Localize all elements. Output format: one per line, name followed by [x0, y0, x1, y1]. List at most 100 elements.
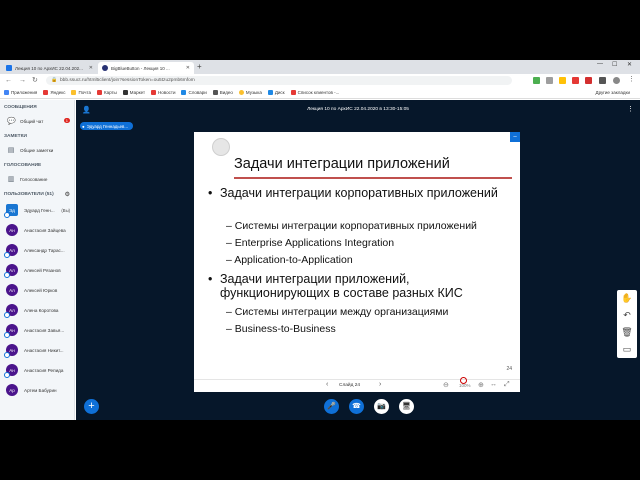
sidebar-item-label: Общие заметки: [20, 147, 54, 153]
bookmark-market[interactable]: Маркет: [122, 90, 145, 95]
more-options-icon[interactable]: ⋮: [627, 105, 634, 113]
close-tab-icon[interactable]: ✕: [183, 65, 190, 71]
slide-bullet: • Задачи интеграции приложений, функцион…: [208, 272, 463, 300]
forward-icon[interactable]: →: [19, 76, 26, 85]
other-bookmarks[interactable]: Другие закладки: [596, 90, 630, 95]
whiteboard-toolbar: ✋ ↶ 🗑 ▭: [617, 290, 637, 358]
user-list-item[interactable]: Ан Анастасия Никит...: [0, 340, 74, 360]
sidebar-item-public-chat[interactable]: 💬 Общий чат 1: [0, 113, 74, 129]
bookmark-maps[interactable]: Карты: [96, 90, 117, 95]
meeting-title: Лекция 10 по АрхИС 22.04.2020 в 13:30-15…: [307, 107, 409, 112]
avatar: Ан: [4, 324, 18, 338]
bookmark-yandex[interactable]: Яндекс: [43, 90, 65, 95]
sidebar-item-shared-notes[interactable]: ▤ Общие заметки: [0, 142, 74, 158]
user-list-item[interactable]: Ал Алексей Рязанов: [0, 260, 74, 280]
you-label: (Вы): [61, 207, 70, 213]
trash-icon[interactable]: 🗑: [617, 324, 637, 340]
bookmark-apps[interactable]: Приложения: [4, 90, 37, 95]
news-icon: [151, 90, 157, 95]
gear-icon[interactable]: ⚙: [65, 191, 70, 198]
avatar: Ал: [6, 284, 18, 296]
sidebar-item-polling[interactable]: ▥ Голосование: [0, 171, 74, 187]
url-text: bbb.ssuct.ru/html5client/join?sessionTok…: [60, 78, 195, 83]
close-tab-icon[interactable]: ✕: [86, 65, 93, 71]
bookmark-disk[interactable]: Диск: [267, 90, 285, 95]
user-list-item[interactable]: Ал Алена Коротова: [0, 300, 74, 320]
mail-icon: [71, 90, 77, 95]
fullscreen-icon[interactable]: ⤢: [504, 381, 510, 389]
cart-icon: [122, 90, 128, 95]
user-name: Артем Бабурин: [24, 387, 57, 393]
profile-avatar[interactable]: [613, 77, 620, 84]
bookmark-video[interactable]: Видео: [212, 90, 233, 95]
extension-icon[interactable]: [546, 77, 553, 84]
user-list-item[interactable]: Ан Анастасия Репида: [0, 360, 74, 380]
audio-status-icon: [4, 372, 10, 378]
nav-bar: 👤 Лекция 10 по АрхИС 22.04.2020 в 13:30-…: [76, 100, 640, 120]
browser-tab-2[interactable]: BigBlueButton - Лекция 10 ... ✕: [98, 62, 194, 74]
chat-icon: 💬: [7, 118, 16, 125]
user-list-item[interactable]: Ан Анастасия Завья...: [0, 320, 74, 340]
presenter-icon: ●: [82, 123, 85, 129]
presentation-area: 👤 Лекция 10 по АрхИС 22.04.2020 в 13:30-…: [76, 100, 640, 420]
slide-title: Задачи интеграции приложений: [234, 156, 450, 172]
browser-menu-icon[interactable]: ⋮: [628, 75, 635, 84]
slide-sub-bullet: – Enterprise Applications Integration: [226, 237, 395, 249]
bookmark-dictionaries[interactable]: Словари: [181, 90, 207, 95]
sidebar-item-label: Голосование: [20, 176, 48, 182]
bookmark-mail[interactable]: Почта: [71, 90, 91, 95]
presenter-indicator: ● Эдуард Геннадьев...: [80, 122, 134, 130]
multi-user-whiteboard-icon[interactable]: ▭: [617, 341, 637, 357]
extension-icon[interactable]: [559, 77, 566, 84]
minimize-presentation-icon[interactable]: –: [510, 132, 520, 142]
share-screen-button[interactable]: 🖥: [399, 399, 414, 414]
extension-icon[interactable]: [572, 77, 579, 84]
undo-icon[interactable]: ↶: [617, 307, 637, 323]
bookmark-music[interactable]: Музыка: [238, 90, 262, 95]
slide-sub-bullet: – Системы интеграции корпоративных прило…: [226, 220, 477, 232]
zoom-level[interactable]: 100%: [459, 383, 471, 388]
user-list-item[interactable]: Ал Александр Тарас...: [0, 240, 74, 260]
share-webcam-button[interactable]: 📷: [374, 399, 389, 414]
bbb-app: СООБЩЕНИЯ 💬 Общий чат 1 ЗАМЕТКИ ▤ Общие …: [0, 100, 640, 420]
tab-title: Лекция 10 по АрхИС 22.04.202...: [15, 65, 83, 71]
zoom-out-button[interactable]: ⊖: [443, 381, 449, 389]
user-name: Анастасия Завья...: [24, 327, 65, 333]
back-icon[interactable]: ←: [5, 76, 12, 85]
previous-slide-button[interactable]: ‹: [326, 381, 328, 388]
slide[interactable]: – Задачи интеграции приложений • Задачи …: [194, 132, 520, 379]
bookmark-clients[interactable]: Список клиентов -...: [290, 90, 339, 95]
microphone-button[interactable]: 🎤: [324, 399, 339, 414]
maximize-icon[interactable]: ☐: [612, 61, 617, 68]
user-list-item[interactable]: Ар Артем Бабурин: [0, 380, 74, 400]
reload-icon[interactable]: ↻: [32, 76, 38, 85]
tab-favicon-icon: [6, 65, 12, 71]
user-list-item[interactable]: Ан Анастасия Зайцева: [0, 220, 74, 240]
fit-to-width-icon[interactable]: ↔: [490, 381, 497, 388]
extension-icon[interactable]: [599, 77, 606, 84]
polling-section-title: ГОЛОСОВАНИЕ: [4, 163, 42, 168]
screen: Лекция 10 по АрхИС 22.04.202... ✕ BigBlu…: [0, 60, 640, 420]
extension-icon[interactable]: [533, 77, 540, 84]
minimize-icon[interactable]: —: [597, 61, 603, 67]
new-tab-button[interactable]: +: [197, 62, 202, 72]
zoom-in-button[interactable]: ⊕: [478, 381, 484, 389]
avatar: Ар: [6, 384, 18, 396]
bookmark-news[interactable]: Новости: [151, 90, 175, 95]
slide-selector[interactable]: Слайд 24: [339, 383, 360, 388]
hand-tool-icon[interactable]: ✋: [617, 290, 637, 306]
slide-sub-bullet: – Системы интеграции между организациями: [226, 306, 449, 318]
sidebar: СООБЩЕНИЯ 💬 Общий чат 1 ЗАМЕТКИ ▤ Общие …: [0, 100, 75, 420]
leave-audio-button[interactable]: ☎: [349, 399, 364, 414]
user-list-item[interactable]: Ал Алексей Юрков: [0, 280, 74, 300]
browser-tab-1[interactable]: Лекция 10 по АрхИС 22.04.202... ✕: [2, 62, 97, 74]
actions-plus-button[interactable]: +: [84, 399, 99, 414]
close-window-icon[interactable]: ✕: [627, 61, 632, 68]
address-bar[interactable]: 🔒 bbb.ssuct.ru/html5client/join?sessionT…: [46, 76, 512, 85]
user-list-item[interactable]: Эд Эдуард Генн... (Вы): [0, 200, 74, 220]
apps-grid-icon: [4, 90, 9, 95]
next-slide-button[interactable]: ›: [379, 381, 381, 388]
disk-icon: [267, 90, 273, 95]
extension-icon[interactable]: [585, 77, 592, 84]
user-name: Эдуард Генн...: [24, 207, 55, 213]
